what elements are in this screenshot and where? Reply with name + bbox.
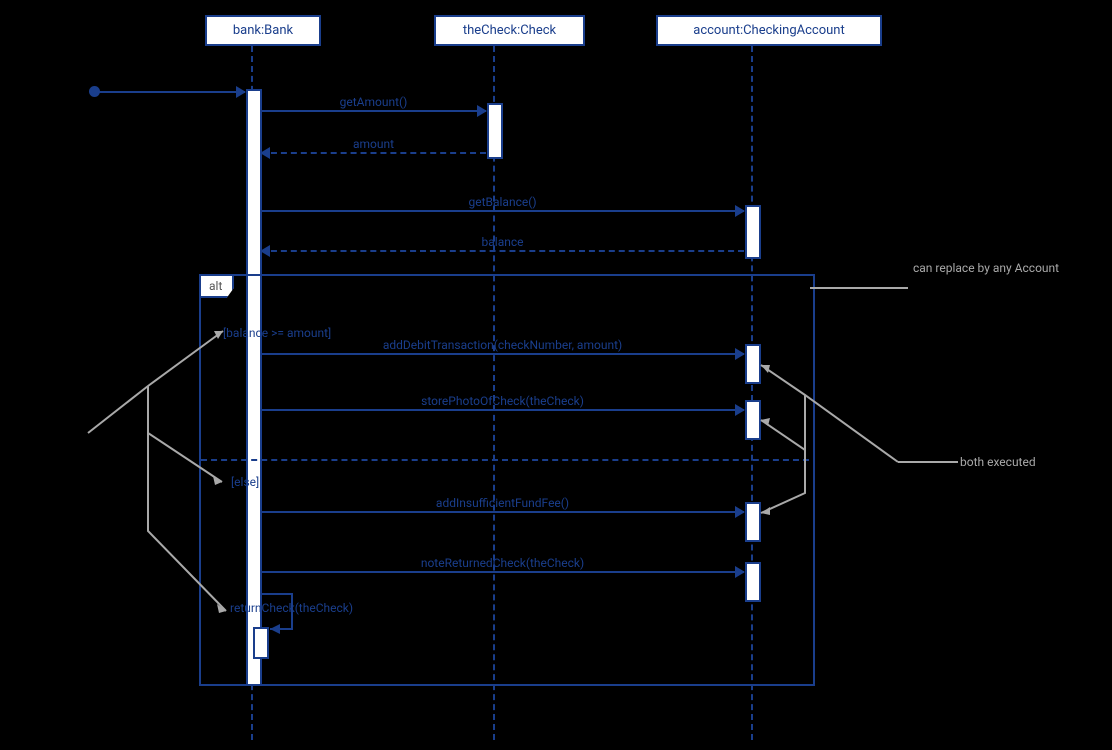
note1-line [810,287,908,289]
guard-else-label: [else] [231,475,259,489]
activation-check [487,103,503,159]
msg-adddebit: addDebitTransaction(checkNumber, amount) [261,353,744,354]
msg-balance-return-label: balance [482,235,524,249]
msg-storephoto-label: storePhotoOfCheck(theCheck) [421,394,584,408]
alt-tag-label: alt [209,279,222,293]
msg-storephoto: storePhotoOfCheck(theCheck) [261,409,744,410]
msg-getamount-label: getAmount() [340,95,408,109]
lifeline-check-label: theCheck:Check [463,23,556,38]
msg-getbalance: getBalance() [261,210,744,211]
msg-amount-return: amount [261,152,486,153]
msg-addfee: addInsufficientFundFee() [261,511,744,512]
msg-notereturn-label: noteReturnedCheck(theCheck) [421,556,584,570]
note2-pointer [760,365,960,535]
sequence-diagram: bank:Bank theCheck:Check account:Checkin… [0,0,1112,750]
msg-amount-return-label: amount [353,137,394,151]
msg-adddebit-label: addDebitTransaction(checkNumber, amount) [383,338,622,352]
note2-text: both executed [960,455,1036,469]
note3-pointer [88,331,228,626]
guard-if-label: [balance >= amount] [223,326,331,340]
alt-tag: alt [199,274,234,298]
lifeline-head-account: account:CheckingAccount [656,15,882,46]
self-msg-path [258,594,308,636]
found-message [95,91,245,92]
msg-balance-return: balance [261,250,744,251]
lifeline-head-bank: bank:Bank [205,15,321,46]
msg-addfee-label: addInsufficientFundFee() [436,496,569,510]
lifeline-head-check: theCheck:Check [434,15,585,46]
lifeline-bank-label: bank:Bank [233,23,293,38]
msg-notereturn: noteReturnedCheck(theCheck) [261,571,744,572]
alt-divider [201,459,809,461]
msg-getamount: getAmount() [261,110,486,111]
activation-account-1 [745,205,761,259]
msg-getbalance-label: getBalance() [468,195,536,209]
guard-else: [else] [231,475,259,489]
guard-if: [balance >= amount] [223,326,331,340]
lifeline-account-label: account:CheckingAccount [693,23,845,38]
note1-text: can replace by any Account [913,261,1083,277]
